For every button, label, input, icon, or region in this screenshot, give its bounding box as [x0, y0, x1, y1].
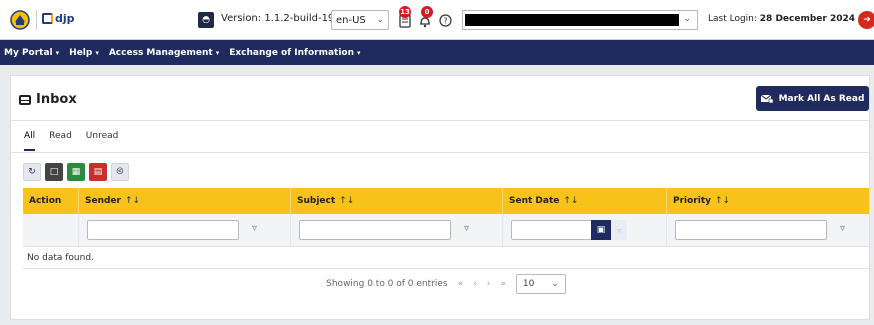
clear-filter-icon[interactable]: ⧀ — [111, 163, 129, 181]
page-title-text: Inbox — [36, 92, 77, 107]
nav-exchange-of-information[interactable]: Exchange of Information ▾ — [229, 48, 360, 58]
version-icon[interactable]: ◓ — [198, 12, 214, 28]
table-toolbar: ↻ □ ▦ ▤ ⧀ — [23, 163, 129, 181]
last-page-icon[interactable]: » — [500, 279, 506, 289]
nav-my-portal[interactable]: My Portal ▾ — [4, 48, 59, 58]
brand-mark-icon — [42, 13, 53, 24]
subject-filter-input[interactable] — [299, 220, 451, 240]
next-page-icon[interactable]: › — [487, 279, 491, 289]
pagination: Showing 0 to 0 of 0 entries « ‹ › » 10 ⌄ — [23, 269, 869, 299]
tab-unread[interactable]: Unread — [86, 131, 119, 151]
svg-text:?: ? — [443, 16, 447, 25]
top-bar: djp ◓ Version: 1.1.2-build-1926 en-US ⌄ … — [0, 0, 874, 40]
sort-icon: ↑↓ — [715, 196, 731, 206]
language-value: en-US — [336, 14, 366, 26]
column-subject[interactable]: Subject ↑↓ — [291, 188, 503, 214]
priority-filter-input[interactable] — [675, 220, 827, 240]
empty-message: No data found. — [23, 247, 869, 269]
nav-access-management[interactable]: Access Management ▾ — [109, 48, 219, 58]
inbox-card: Inbox Mark All As Read All Read Unread ↻… — [10, 75, 870, 320]
inbox-tabs: All Read Unread — [24, 131, 118, 151]
page-title: Inbox — [19, 92, 77, 107]
last-login: Last Login: 28 December 2024 12:36:21 — [708, 14, 874, 24]
sent-date-filter-input[interactable] — [511, 220, 593, 240]
chevron-down-icon: ⌄ — [551, 279, 559, 289]
brand-logo[interactable]: djp — [42, 12, 75, 25]
sender-filter-input[interactable] — [87, 220, 239, 240]
nav-help[interactable]: Help ▾ — [69, 48, 99, 58]
last-login-label: Last Login: — [708, 14, 757, 24]
brand-text: djp — [55, 12, 75, 25]
sort-icon: ↑↓ — [563, 196, 579, 206]
table-header: Action Sender ↑↓ Subject ↑↓ Sent Date ↑↓ Pr… — [23, 188, 869, 214]
caret-down-icon: ▾ — [215, 48, 220, 57]
excel-icon[interactable]: ▦ — [67, 163, 85, 181]
mark-all-read-button[interactable]: Mark All As Read — [756, 86, 869, 111]
csv-icon[interactable]: □ — [45, 163, 63, 181]
refresh-icon[interactable]: ↻ — [23, 163, 41, 181]
filter-cell-priority: ▿ — [667, 214, 869, 246]
language-select[interactable]: en-US ⌄ — [331, 10, 389, 30]
help-icon[interactable]: ? — [438, 13, 452, 27]
filter-icon: ▿ — [611, 220, 627, 240]
inbox-icon — [19, 94, 31, 105]
filter-icon[interactable]: ▿ — [464, 223, 469, 234]
filter-row: ▿ ▿ ▣ ▿ ▿ — [23, 214, 869, 247]
first-page-icon[interactable]: « — [458, 279, 464, 289]
user-name-redacted — [465, 14, 679, 26]
sort-icon: ↑↓ — [339, 196, 355, 206]
filter-cell-sent-date: ▣ ▿ — [503, 214, 667, 246]
notification-badge: 13 — [399, 6, 411, 18]
pdf-icon[interactable]: ▤ — [89, 163, 107, 181]
chevron-down-icon: ⌄ — [683, 14, 691, 24]
column-action: Action — [23, 188, 79, 214]
main-nav: My Portal ▾ Help ▾ Access Management ▾ Exch… — [0, 40, 874, 65]
column-sent-date[interactable]: Sent Date ↑↓ — [503, 188, 667, 214]
pagination-summary: Showing 0 to 0 of 0 entries — [326, 279, 448, 289]
filter-icon[interactable]: ▿ — [252, 223, 257, 234]
alert-badge: 0 — [421, 6, 433, 18]
divider — [11, 120, 869, 121]
logo-divider — [36, 10, 37, 30]
rows-per-page-value: 10 — [522, 279, 535, 289]
inbox-table: Action Sender ↑↓ Subject ↑↓ Sent Date ↑↓ Pr… — [23, 188, 869, 299]
user-select[interactable]: ⌄ — [462, 10, 698, 30]
filter-cell-sender: ▿ — [79, 214, 291, 246]
divider — [11, 152, 869, 153]
tab-all[interactable]: All — [24, 131, 36, 151]
logout-icon[interactable]: ➜ — [858, 11, 874, 29]
version-text: Version: 1.1.2-build-1926 — [221, 13, 348, 24]
mark-read-icon — [760, 94, 773, 103]
mark-all-read-label: Mark All As Read — [778, 93, 865, 104]
last-login-value: 28 December 2024 12:36:21 — [759, 14, 874, 24]
chevron-down-icon: ⌄ — [376, 15, 384, 25]
column-priority[interactable]: Priority ↑↓ — [667, 188, 869, 214]
sort-icon: ↑↓ — [124, 196, 141, 206]
filter-cell-subject: ▿ — [291, 214, 503, 246]
rows-per-page-select[interactable]: 10 ⌄ — [515, 274, 566, 294]
prev-page-icon[interactable]: ‹ — [473, 279, 477, 289]
caret-down-icon: ▾ — [55, 48, 60, 57]
filter-cell-action — [23, 214, 79, 246]
calendar-icon[interactable]: ▣ — [591, 220, 611, 240]
caret-down-icon: ▾ — [357, 48, 361, 57]
tab-read[interactable]: Read — [49, 131, 72, 151]
filter-icon[interactable]: ▿ — [840, 223, 845, 234]
caret-down-icon: ▾ — [95, 48, 99, 57]
emblem-icon — [10, 10, 30, 30]
column-sender[interactable]: Sender ↑↓ — [79, 188, 291, 214]
